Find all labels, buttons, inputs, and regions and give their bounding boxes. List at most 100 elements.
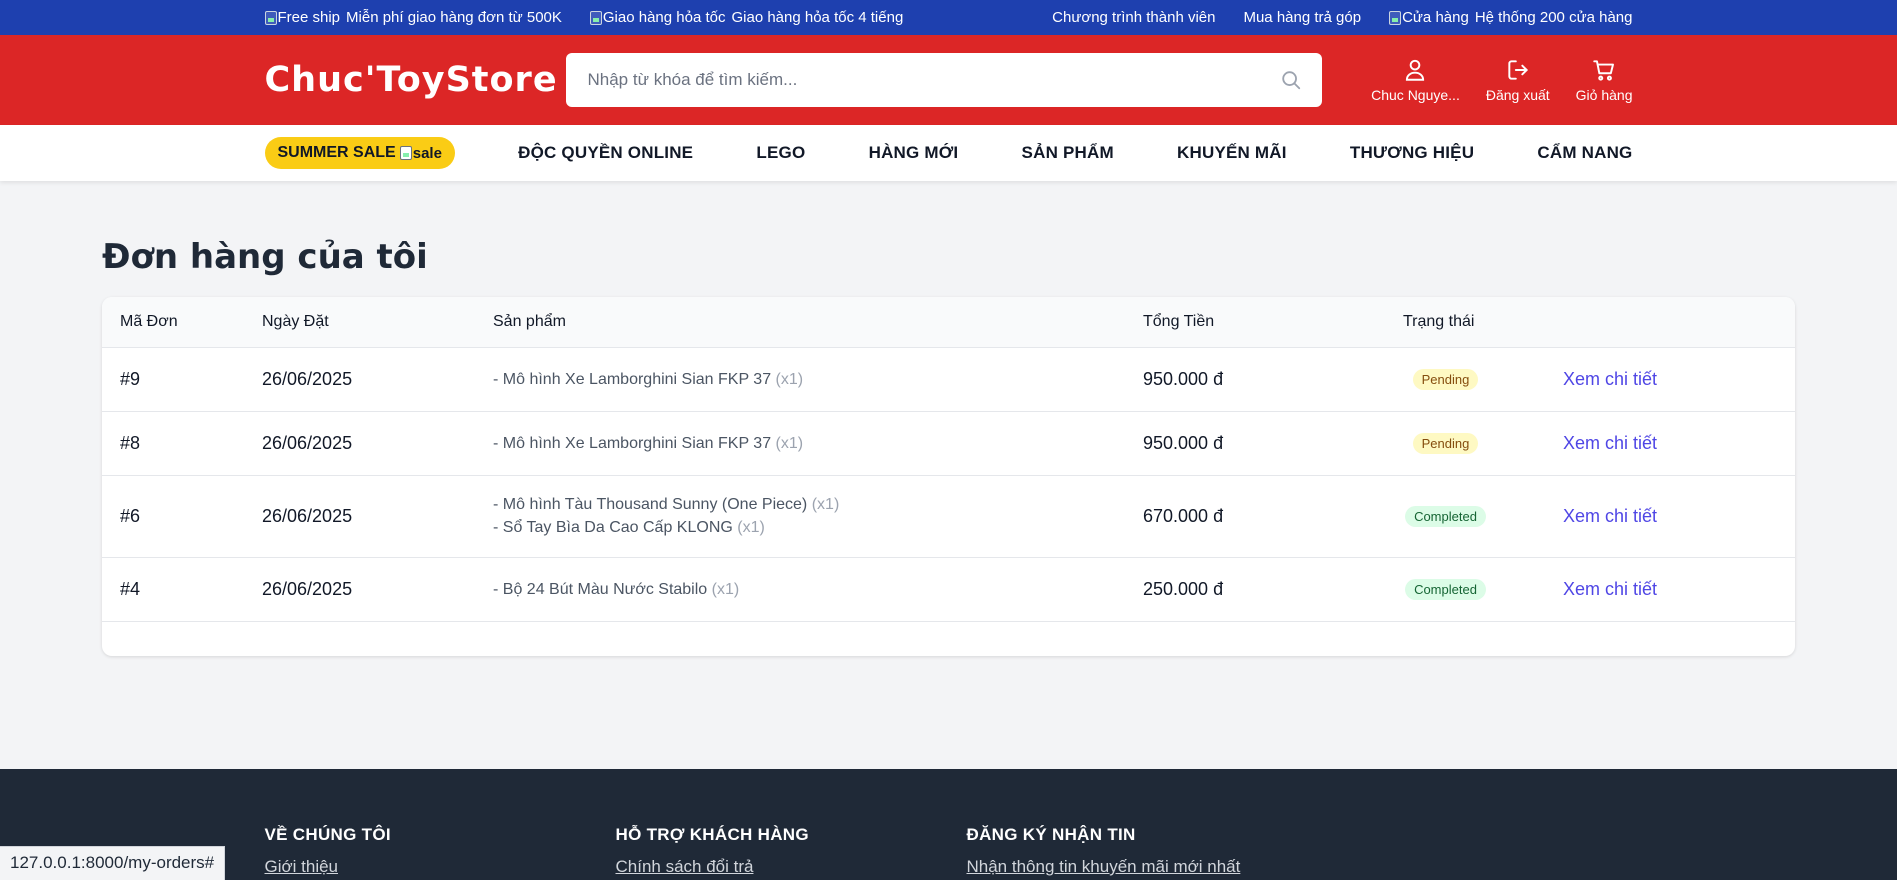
order-actions: Xem chi tiết	[1563, 411, 1795, 476]
site-footer: VỀ CHÚNG TÔI Giới thiệu HỖ TRỢ KHÁCH HÀN…	[0, 769, 1897, 880]
nav-item-brands[interactable]: THƯƠNG HIỆU	[1350, 143, 1474, 163]
order-actions: Xem chi tiết	[1563, 347, 1795, 412]
table-header-row: Mã Đơn Ngày Đặt Sản phẩm Tổng Tiền Trạng…	[102, 297, 1795, 348]
order-date: 26/06/2025	[262, 475, 493, 558]
table-row: #4 26/06/2025 - Bộ 24 Bút Màu Nước Stabi…	[102, 557, 1795, 622]
order-total: 670.000 đ	[1143, 475, 1403, 558]
order-status: Pending	[1403, 347, 1563, 412]
footer-heading: HỖ TRỢ KHÁCH HÀNG	[615, 825, 809, 844]
main-header: Chuc'ToyStore Chuc Nguye... Đăng xuất Gi…	[0, 35, 1897, 125]
nav-item-guides[interactable]: CẨM NANG	[1537, 143, 1632, 163]
order-products: - Mô hình Xe Lamborghini Sian FKP 37 (x1…	[493, 347, 1143, 412]
footer-newsletter-text: Nhận thông tin khuyến mãi mới nhất	[966, 857, 1241, 876]
order-id: #6	[102, 475, 262, 558]
freeship-image: Free ship	[264, 9, 340, 26]
order-products: - Mô hình Tàu Thousand Sunny (One Piece)…	[493, 475, 1143, 558]
search-input[interactable]	[587, 70, 1280, 90]
status-badge: Completed	[1405, 506, 1486, 527]
column-header-total: Tổng Tiền	[1143, 297, 1403, 348]
order-actions: Xem chi tiết	[1563, 475, 1795, 558]
product-line: - Mô hình Tàu Thousand Sunny (One Piece)…	[493, 496, 840, 513]
summer-sale-button[interactable]: SUMMER SALE sale	[264, 137, 455, 169]
order-date: 26/06/2025	[262, 557, 493, 622]
nav-item-promotions[interactable]: KHUYẾN MÃI	[1177, 143, 1287, 163]
product-line: - Sổ Tay Bìa Da Cao Cấp KLONG (x1)	[493, 519, 765, 536]
column-header-products: Sản phẩm	[493, 297, 1143, 348]
express-image: Giao hàng hỏa tốc	[589, 9, 725, 26]
cart-label: Giỏ hàng	[1575, 87, 1633, 103]
freeship-info: Free ship Miễn phí giao hàng đơn từ 500K	[264, 9, 562, 26]
store-logo[interactable]: Chuc'ToyStore	[265, 60, 566, 100]
logout-button[interactable]: Đăng xuất	[1486, 57, 1550, 103]
express-text: Giao hàng hỏa tốc 4 tiếng	[731, 9, 904, 26]
status-badge: Completed	[1405, 579, 1486, 600]
broken-image-icon	[589, 10, 602, 25]
order-id: #4	[102, 557, 262, 622]
nav-item-exclusive-online[interactable]: ĐỘC QUYỀN ONLINE	[518, 143, 693, 163]
order-total: 950.000 đ	[1143, 411, 1403, 476]
broken-image-icon	[399, 146, 412, 160]
broken-image-icon	[1389, 10, 1402, 25]
table-row: #9 26/06/2025 - Mô hình Xe Lamborghini S…	[102, 347, 1795, 412]
nav-item-products[interactable]: SẢN PHẨM	[1022, 143, 1114, 163]
view-details-link[interactable]: Xem chi tiết	[1563, 579, 1657, 599]
page-title: Đơn hàng của tôi	[102, 237, 428, 277]
order-products: - Mô hình Xe Lamborghini Sian FKP 37 (x1…	[493, 411, 1143, 476]
product-line: - Mô hình Xe Lamborghini Sian FKP 37 (x1…	[493, 370, 804, 388]
status-badge: Pending	[1412, 369, 1479, 390]
account-label: Chuc Nguye...	[1371, 87, 1460, 103]
order-date: 26/06/2025	[262, 347, 493, 412]
user-icon	[1406, 59, 1425, 81]
order-total: 250.000 đ	[1143, 557, 1403, 622]
nav-item-new-arrivals[interactable]: HÀNG MỚI	[869, 143, 959, 163]
order-actions: Xem chi tiết	[1563, 557, 1795, 622]
table-row: #8 26/06/2025 - Mô hình Xe Lamborghini S…	[102, 411, 1795, 476]
footer-heading: VỀ CHÚNG TÔI	[264, 825, 391, 844]
store-image: Cửa hàng	[1389, 9, 1469, 26]
column-header-status: Trạng thái	[1403, 297, 1563, 348]
column-header-order-id: Mã Đơn	[102, 297, 262, 348]
freeship-text: Miễn phí giao hàng đơn từ 500K	[346, 9, 562, 26]
membership-link[interactable]: Chương trình thành viên	[1052, 9, 1215, 26]
orders-card: Mã Đơn Ngày Đặt Sản phẩm Tổng Tiền Trạng…	[102, 297, 1795, 656]
search-bar	[565, 53, 1322, 107]
order-status: Completed	[1403, 557, 1563, 622]
top-info-bar: Free ship Miễn phí giao hàng đơn từ 500K…	[0, 0, 1897, 35]
view-details-link[interactable]: Xem chi tiết	[1563, 369, 1657, 389]
column-header-date: Ngày Đặt	[262, 297, 493, 348]
broken-image-icon	[264, 10, 277, 25]
order-status: Pending	[1403, 411, 1563, 476]
account-button[interactable]: Chuc Nguye...	[1371, 57, 1460, 103]
main-content: Đơn hàng của tôi Mã Đơn Ngày Đặt Sản phẩ…	[0, 237, 1897, 656]
nav-item-lego[interactable]: LEGO	[756, 143, 805, 163]
search-icon[interactable]	[1280, 69, 1302, 91]
sale-image: sale	[399, 145, 442, 162]
footer-heading: ĐĂNG KÝ NHẬN TIN	[966, 825, 1136, 844]
order-status: Completed	[1403, 475, 1563, 558]
order-date: 26/06/2025	[262, 411, 493, 476]
order-id: #9	[102, 347, 262, 412]
footer-link-return-policy[interactable]: Chính sách đổi trả	[616, 857, 967, 877]
product-line: - Bộ 24 Bút Màu Nước Stabilo (x1)	[493, 580, 740, 598]
product-line: - Mô hình Xe Lamborghini Sian FKP 37 (x1…	[493, 434, 804, 452]
logout-icon	[1508, 60, 1528, 80]
express-info: Giao hàng hỏa tốc Giao hàng hỏa tốc 4 ti…	[589, 9, 904, 26]
logout-label: Đăng xuất	[1485, 87, 1550, 103]
view-details-link[interactable]: Xem chi tiết	[1563, 506, 1657, 526]
orders-table: Mã Đơn Ngày Đặt Sản phẩm Tổng Tiền Trạng…	[102, 297, 1795, 622]
store-system-link[interactable]: Cửa hàng Hệ thống 200 cửa hàng	[1389, 9, 1633, 26]
footer-about-column: VỀ CHÚNG TÔI Giới thiệu	[265, 825, 616, 877]
browser-status-url: 127.0.0.1:8000/my-orders#	[0, 846, 226, 880]
installment-link[interactable]: Mua hàng trả góp	[1243, 9, 1361, 26]
column-header-actions	[1563, 297, 1795, 348]
status-badge: Pending	[1412, 433, 1479, 454]
footer-support-column: HỖ TRỢ KHÁCH HÀNG Chính sách đổi trả	[616, 825, 967, 877]
order-products: - Bộ 24 Bút Màu Nước Stabilo (x1)	[493, 557, 1143, 622]
order-total: 950.000 đ	[1143, 347, 1403, 412]
store-text: Hệ thống 200 cửa hàng	[1474, 9, 1633, 26]
summer-sale-label: SUMMER SALE	[277, 144, 396, 161]
cart-icon	[1593, 60, 1615, 81]
footer-link-about[interactable]: Giới thiệu	[265, 857, 616, 877]
view-details-link[interactable]: Xem chi tiết	[1563, 433, 1657, 453]
cart-button[interactable]: Giỏ hàng	[1576, 57, 1633, 103]
